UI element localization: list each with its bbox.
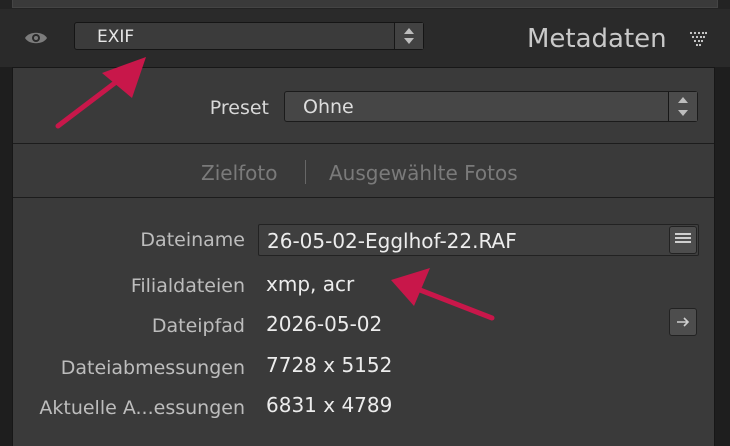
- filename-field[interactable]: 26-05-02-Egglhof-22.RAF: [258, 224, 699, 256]
- metadata-panel-header: EXIF Metadaten: [0, 9, 730, 67]
- eye-icon[interactable]: [24, 28, 48, 48]
- preset-value: Ohne: [303, 96, 354, 118]
- previous-panel-edge: [12, 0, 718, 8]
- arrow-right-icon: [677, 317, 690, 327]
- divider: [13, 197, 714, 198]
- preset-label: Preset: [209, 97, 269, 119]
- metadata-view-value: EXIF: [97, 27, 135, 47]
- filename-value: 26-05-02-Egglhof-22.RAF: [267, 229, 517, 253]
- tab-target-photo[interactable]: Zielfoto: [201, 161, 277, 185]
- field-label: Dateiname: [140, 229, 245, 251]
- field-label: Aktuelle A...essungen: [39, 397, 245, 419]
- up-down-stepper-icon[interactable]: [394, 23, 423, 49]
- tab-selected-photos[interactable]: Ausgewählte Fotos: [329, 161, 518, 185]
- metadata-panel-body: Preset Ohne Zielfoto Ausgewählte Fotos D…: [12, 67, 715, 446]
- metadata-view-select[interactable]: EXIF: [74, 22, 424, 50]
- tab-separator: [305, 160, 306, 184]
- panel-title: Metadaten: [527, 24, 667, 54]
- triangle-collapse-icon[interactable]: [689, 31, 707, 47]
- up-down-stepper-icon[interactable]: [668, 92, 697, 121]
- field-value: 7728 x 5152: [266, 353, 393, 377]
- target-tabs: Zielfoto Ausgewählte Fotos: [13, 144, 714, 197]
- field-value: 6831 x 4789: [266, 393, 393, 417]
- field-value: 2026-05-02: [266, 312, 383, 336]
- preset-select[interactable]: Ohne: [284, 91, 698, 122]
- go-to-folder-button[interactable]: [669, 308, 697, 336]
- field-label: Filialdateien: [130, 275, 245, 297]
- field-label: Dateipfad: [151, 315, 245, 337]
- filename-list-button[interactable]: [669, 226, 697, 254]
- field-label: Dateiabmessungen: [60, 357, 245, 379]
- top-strip: [0, 0, 730, 9]
- preset-row: Preset Ohne: [13, 68, 714, 143]
- field-value: xmp, acr: [266, 272, 355, 296]
- list-icon: [675, 233, 691, 247]
